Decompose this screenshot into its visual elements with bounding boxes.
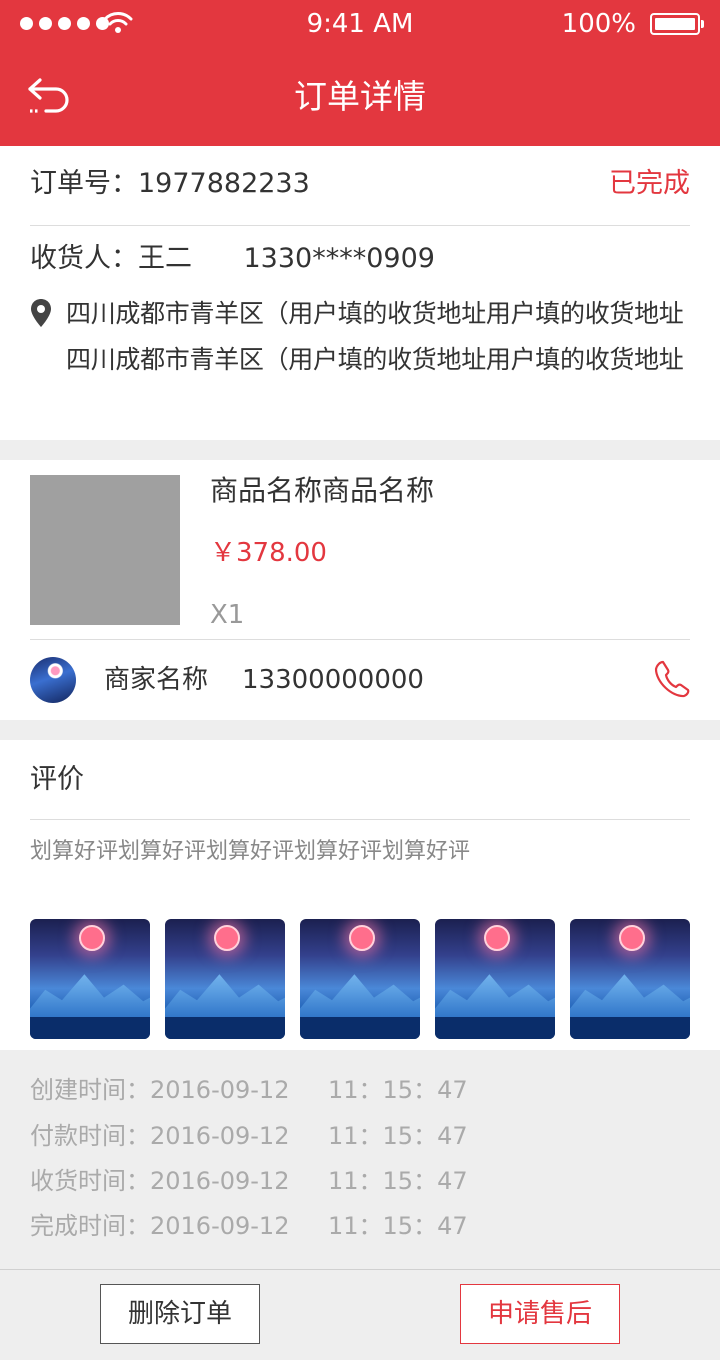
- timeline-row: 收货时间：2016-09-12 11：15：47: [30, 1164, 468, 1198]
- order-number: 订单号：1977882233: [30, 168, 310, 199]
- header-bar: 9:41 AM 100% 订单详情: [0, 0, 720, 146]
- timeline-row: 付款时间：2016-09-12 11：15：47: [30, 1119, 468, 1153]
- timeline-date: 完成时间：2016-09-12: [30, 1212, 290, 1240]
- review-photo[interactable]: [435, 919, 555, 1039]
- product-image[interactable]: [30, 475, 180, 625]
- merchant-phone: 13300000000: [242, 665, 424, 695]
- review-title: 评价: [30, 764, 84, 795]
- product-card: 商品名称商品名称 ￥378.00 X1 商家名称 13300000000: [0, 460, 720, 720]
- divider: [30, 225, 690, 226]
- shipping-address: 四川成都市青羊区（用户填的收货地址用户填的收货地址四川成都市青羊区（用户填的收货…: [66, 299, 684, 374]
- review-photos: [30, 919, 690, 1039]
- timeline-date: 收货时间：2016-09-12: [30, 1167, 290, 1195]
- status-bar: 9:41 AM 100%: [0, 0, 720, 48]
- review-photo[interactable]: [300, 919, 420, 1039]
- review-photo[interactable]: [30, 919, 150, 1039]
- delete-order-button[interactable]: 删除订单: [100, 1284, 260, 1344]
- review-photo[interactable]: [165, 919, 285, 1039]
- battery-icon: [650, 13, 704, 35]
- timeline-row: 创建时间：2016-09-12 11：15：47: [30, 1073, 468, 1107]
- order-info-card: 订单号：1977882233 已完成 收货人：王二 1330****0909 四…: [0, 146, 720, 440]
- timeline-clock: 11：15：47: [328, 1212, 468, 1240]
- timeline-date: 付款时间：2016-09-12: [30, 1122, 290, 1150]
- order-status-badge: 已完成: [609, 168, 690, 199]
- footer-divider: [0, 1269, 720, 1270]
- location-pin-icon: [31, 299, 51, 327]
- phone-icon[interactable]: [654, 660, 690, 698]
- timeline-clock: 11：15：47: [328, 1122, 468, 1150]
- timeline-clock: 11：15：47: [328, 1076, 468, 1104]
- timeline-date: 创建时间：2016-09-12: [30, 1076, 290, 1104]
- battery-percent: 100%: [561, 9, 636, 39]
- consignee-info: 收货人：王二 1330****0909: [30, 243, 435, 274]
- merchant-avatar: [30, 657, 76, 703]
- page-title: 订单详情: [294, 77, 426, 116]
- product-name[interactable]: 商品名称商品名称: [210, 473, 434, 509]
- after-sale-button[interactable]: 申请售后: [460, 1284, 620, 1344]
- timeline-row: 完成时间：2016-09-12 11：15：47: [30, 1209, 468, 1243]
- timeline-clock: 11：15：47: [328, 1167, 468, 1195]
- merchant-name: 商家名称: [104, 665, 209, 695]
- order-timeline: 创建时间：2016-09-12 11：15：47 付款时间：2016-09-12…: [0, 1050, 720, 1269]
- review-photo[interactable]: [570, 919, 690, 1039]
- product-price: ￥378.00: [210, 538, 327, 568]
- divider: [30, 639, 690, 640]
- divider: [30, 819, 690, 820]
- product-quantity: X1: [210, 600, 245, 630]
- review-card: 评价 划算好评划算好评划算好评划算好评划算好评: [0, 740, 720, 1050]
- review-text: 划算好评划算好评划算好评划算好评划算好评: [30, 839, 471, 864]
